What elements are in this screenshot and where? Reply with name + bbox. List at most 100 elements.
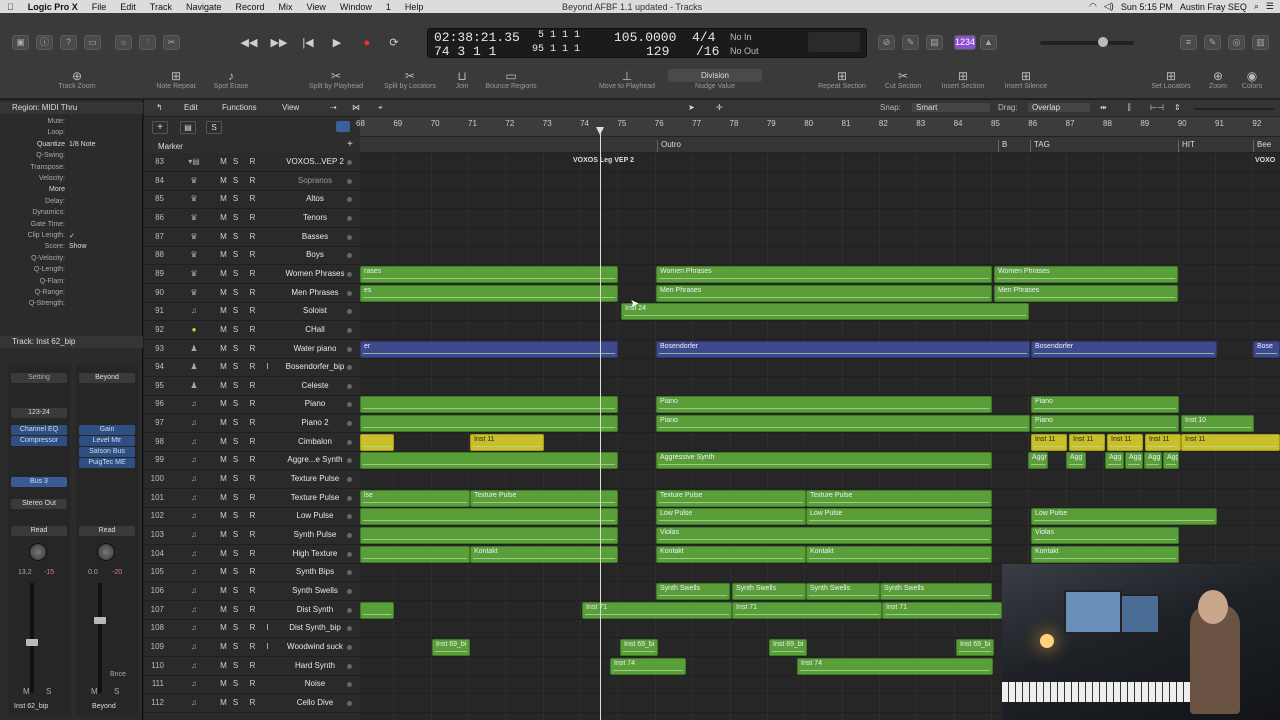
inspector-icon[interactable]: ⓘ	[36, 35, 53, 50]
track-header[interactable]: 102 ♫ M S R Low Pulse	[144, 507, 360, 527]
plugin-level-meter[interactable]: Level Mtr	[79, 436, 135, 446]
midi-region[interactable]: lse	[360, 489, 470, 507]
midi-region[interactable]: Inst 11	[1107, 433, 1143, 451]
marker[interactable]: B	[998, 140, 1007, 152]
zoom-vertical-icon[interactable]: ⇕	[1174, 103, 1181, 112]
track-header[interactable]: 85 ♛ M S R Altos	[144, 190, 360, 210]
folder-region-label[interactable]: VOXO	[1255, 157, 1275, 164]
inspector-param-row[interactable]: Quantize 1/8 Note	[0, 141, 143, 152]
record-enable-button[interactable]: R	[247, 678, 258, 690]
mute-button[interactable]: M	[218, 193, 229, 205]
menu-navigate[interactable]: Navigate	[179, 2, 229, 12]
midi-region[interactable]: Synth Swells	[732, 582, 806, 600]
track-lane[interactable]	[360, 246, 1280, 266]
library-icon[interactable]: ▣	[12, 35, 29, 50]
lcd-signature[interactable]: 4/4	[692, 30, 715, 45]
midi-region[interactable]: Inst 11	[1181, 433, 1280, 451]
midi-region[interactable]: Kontakt	[470, 545, 618, 563]
record-enable-button[interactable]: R	[247, 361, 258, 373]
menu-file[interactable]: File	[85, 2, 114, 12]
track-name[interactable]: Cello Dive	[278, 698, 352, 707]
menu-1[interactable]: 1	[379, 2, 398, 12]
inspector-param-value[interactable]: Show	[69, 243, 87, 250]
track-name[interactable]: Noise	[278, 679, 352, 688]
midi-region[interactable]: Agg	[1144, 452, 1162, 470]
nudge-selector[interactable]: Division	[668, 69, 762, 82]
midi-region[interactable]: Inst 11	[1069, 433, 1105, 451]
solo-button[interactable]: S	[230, 473, 241, 485]
cpu-meter[interactable]	[808, 32, 860, 52]
quick-help-icon[interactable]: ?	[60, 35, 77, 50]
track-name[interactable]: Synth Bips	[278, 567, 352, 576]
menu-window[interactable]: Window	[333, 2, 379, 12]
solo-button[interactable]: S	[230, 622, 241, 634]
solo-button[interactable]: S	[230, 641, 241, 653]
setting-button-right[interactable]: Beyond	[79, 373, 135, 383]
mute-button[interactable]: M	[218, 324, 229, 336]
midi-region[interactable]: Inst 69_bi	[432, 638, 470, 656]
send-bus-3[interactable]: Bus 3	[11, 477, 67, 487]
record-enable-button[interactable]: R	[247, 343, 258, 355]
track-name[interactable]: VOXOS...VEP 2	[278, 157, 352, 166]
midi-region[interactable]: Inst 69_bi	[769, 638, 807, 656]
solo-button[interactable]: S	[230, 417, 241, 429]
zoom-slider[interactable]	[1194, 108, 1274, 110]
inspector-param-row[interactable]: Velocity:	[0, 175, 143, 186]
mute-button[interactable]: M	[218, 622, 229, 634]
track-header[interactable]: 89 ♛ M S R Women Phrases	[144, 265, 360, 284]
lcd-display[interactable]: 02:38:21.35 5 1 1 1 74 3 1 1 95 1 1 1 10…	[427, 28, 867, 59]
midi-region[interactable]: Piano	[656, 396, 992, 414]
track-header[interactable]: 87 ♛ M S R Basses	[144, 228, 360, 247]
mute-button[interactable]: M	[218, 156, 229, 168]
global-tracks-icon[interactable]	[336, 121, 350, 132]
solo-button[interactable]: S	[230, 231, 241, 243]
solo-button[interactable]: S	[230, 492, 241, 504]
midi-region[interactable]: Synth Swells	[656, 582, 730, 600]
browsers-icon[interactable]: ▥	[1252, 35, 1269, 50]
solo-button[interactable]: S	[230, 268, 241, 280]
track-lane[interactable]	[360, 190, 1280, 210]
midi-region[interactable]: Inst 69_bi	[620, 638, 658, 656]
bar-ruler[interactable]: 68 69 70 71 72 73 74 75 76 77 78 79 80 81 82 83 84 85 86 87…	[356, 117, 1280, 137]
solo-button[interactable]: S	[230, 585, 241, 597]
midi-region[interactable]: Inst 24	[621, 303, 1029, 321]
drag-dropdown[interactable]: Overlap	[1028, 103, 1090, 112]
track-header[interactable]: 88 ♛ M S R Boys	[144, 246, 360, 266]
count-in-icon[interactable]: 1234	[954, 35, 976, 50]
track-lane[interactable]	[360, 172, 1280, 191]
back-icon[interactable]: ↰	[156, 103, 163, 112]
metronome-icon[interactable]: ▲	[980, 35, 997, 50]
plugin-satson-bus[interactable]: Satson Bus	[79, 447, 135, 457]
search-icon[interactable]: ⌕	[1254, 1, 1259, 12]
solo-icon[interactable]: ▤	[926, 35, 943, 50]
midi-region[interactable]	[360, 396, 618, 414]
track-name[interactable]: High Texture	[278, 549, 352, 558]
midi-region[interactable]: Aggressive Synth	[656, 452, 992, 470]
track-header[interactable]: 108 ♫ M S R I Dist Synth_bip	[144, 619, 360, 639]
mute-button[interactable]: M	[218, 436, 229, 448]
midi-region[interactable]: Low Pulse	[1031, 508, 1217, 526]
volume-fader-cap-right[interactable]	[94, 617, 106, 624]
mute-button[interactable]: M	[218, 678, 229, 690]
solo-button[interactable]: S	[230, 529, 241, 541]
cycle-icon[interactable]: ⟳	[383, 35, 405, 52]
input-monitor-button[interactable]: I	[262, 361, 273, 373]
record-enable-button[interactable]: R	[247, 492, 258, 504]
inspector-param-row[interactable]: Transpose:	[0, 164, 143, 175]
track-name[interactable]: Basses	[278, 232, 352, 241]
record-enable-button[interactable]: R	[247, 380, 258, 392]
track-lane[interactable]	[360, 209, 1280, 228]
tool-cut-section[interactable]: ✂ Cut Section	[873, 69, 933, 90]
tool-nudge[interactable]: Nudge Value	[685, 83, 745, 90]
midi-region[interactable]	[360, 415, 618, 433]
record-enable-button[interactable]: R	[247, 305, 258, 317]
track-name[interactable]: Synth Pulse	[278, 530, 352, 539]
cross-tool-icon[interactable]: ✛	[716, 103, 723, 112]
solo-button-right[interactable]: S	[114, 687, 119, 696]
mute-button[interactable]: M	[218, 585, 229, 597]
solo-button[interactable]: S	[230, 436, 241, 448]
mute-button[interactable]: M	[218, 398, 229, 410]
tool-repeat-section[interactable]: ⊞ Repeat Section	[812, 69, 872, 90]
marker[interactable]: Outro	[657, 140, 681, 152]
record-enable-button[interactable]: R	[247, 156, 258, 168]
